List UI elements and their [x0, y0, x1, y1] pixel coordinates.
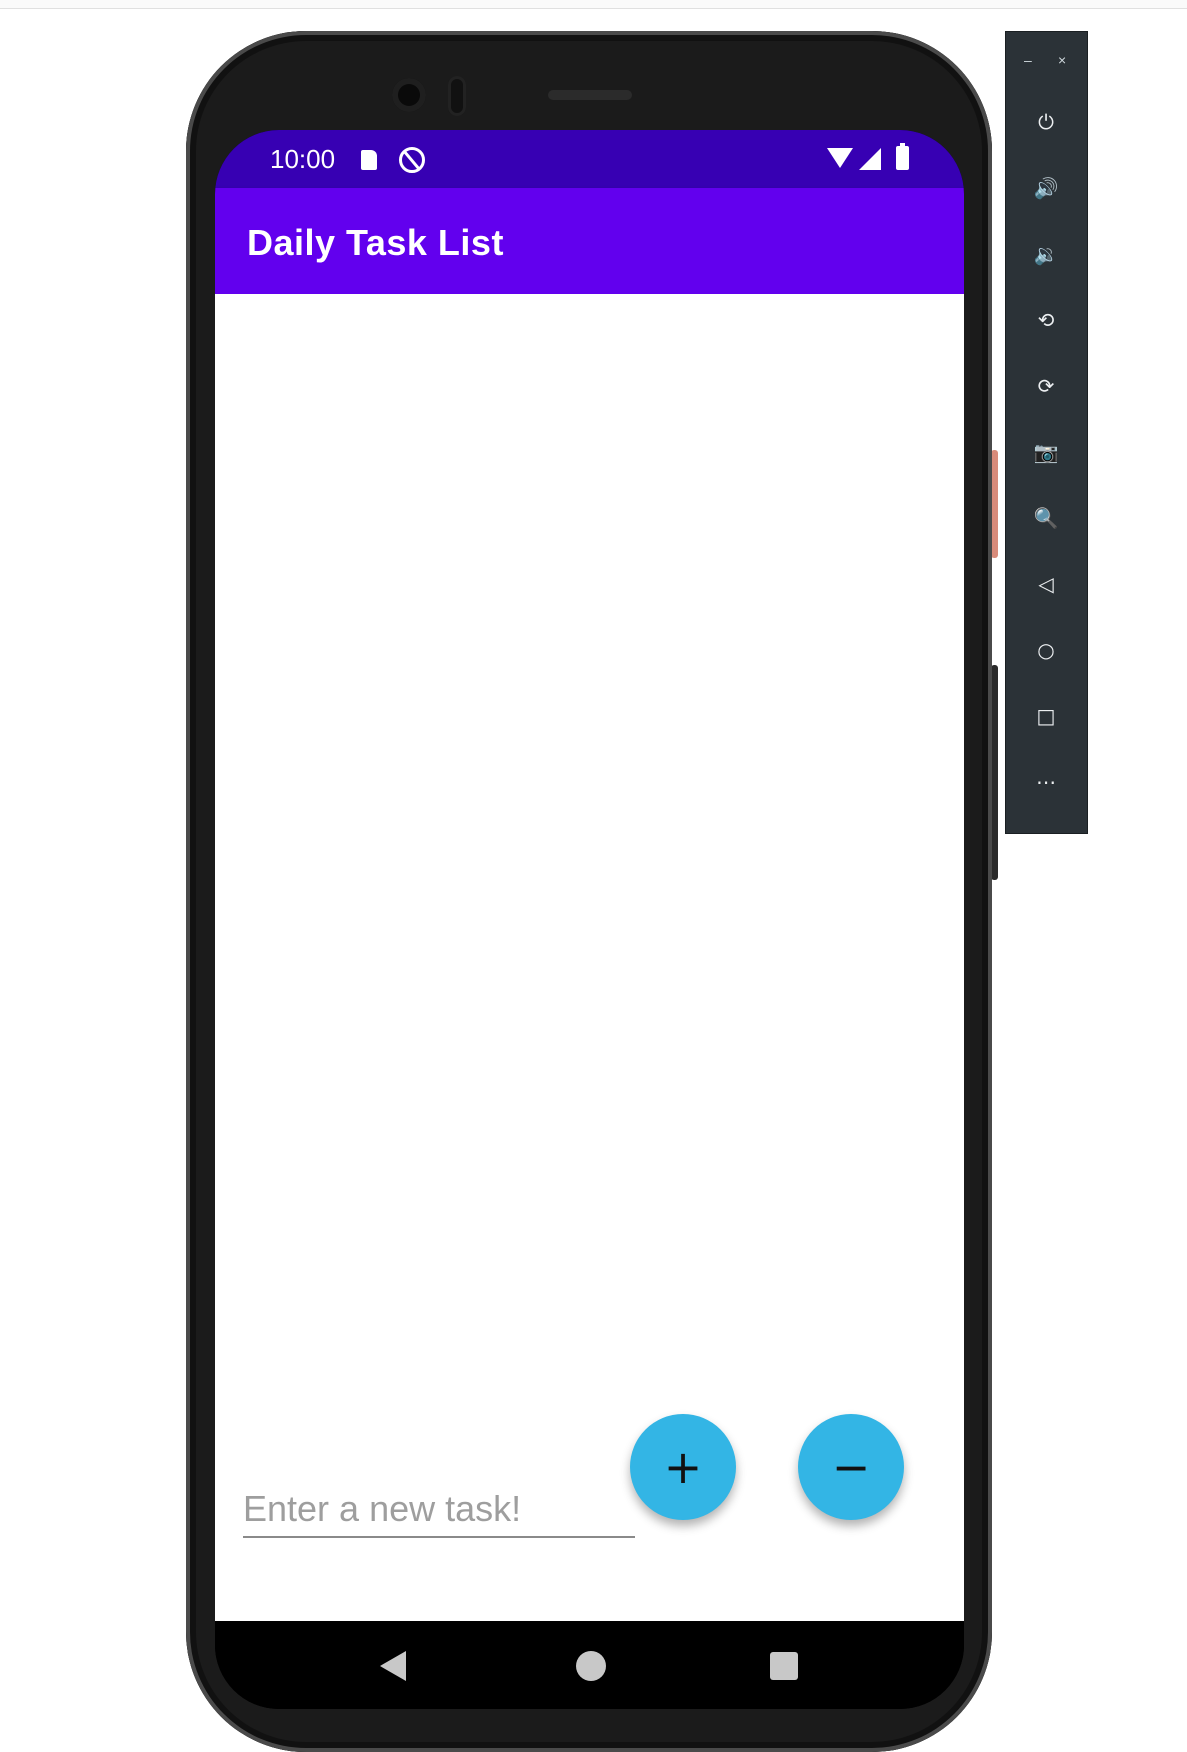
nav-home-icon[interactable]	[576, 1651, 606, 1681]
earpiece-speaker	[548, 90, 632, 100]
more-icon[interactable]: ⋯	[1026, 762, 1066, 802]
app-title: Daily Task List	[247, 222, 504, 263]
navigation-bar	[215, 1621, 964, 1709]
app-bar: Daily Task List	[215, 188, 964, 294]
proximity-sensor	[448, 76, 466, 116]
overview-icon[interactable]: □	[1026, 696, 1066, 736]
new-task-input[interactable]	[243, 1482, 635, 1538]
rotate-left-icon[interactable]: ⟲	[1026, 300, 1066, 340]
no-sync-icon	[399, 147, 425, 173]
camera-icon[interactable]: 📷	[1026, 432, 1066, 472]
emulator-toolbar: – × ⏻ 🔊 🔉 ⟲ ⟳ 📷 🔍 ◁ ○ □ ⋯	[1005, 31, 1088, 834]
front-camera	[392, 78, 426, 112]
sd-card-icon	[361, 150, 377, 170]
device-screen: 10:00 Daily Task List + −	[215, 130, 964, 1709]
rotate-right-icon[interactable]: ⟳	[1026, 366, 1066, 406]
window-top-edge	[0, 0, 1187, 9]
add-task-button[interactable]: +	[630, 1414, 736, 1520]
plus-icon: +	[663, 1440, 703, 1494]
minus-icon: −	[831, 1440, 871, 1494]
remove-task-button[interactable]: −	[798, 1414, 904, 1520]
status-time: 10:00	[270, 144, 336, 174]
cell-signal-icon	[859, 148, 881, 170]
nav-back-icon[interactable]	[380, 1651, 406, 1681]
task-list-area: + −	[215, 294, 964, 1621]
phone-power-button	[991, 450, 998, 558]
battery-icon	[896, 143, 909, 170]
volume-down-icon[interactable]: 🔉	[1026, 234, 1066, 274]
nav-recents-icon[interactable]	[770, 1652, 798, 1680]
wifi-icon	[827, 148, 853, 168]
home-icon[interactable]: ○	[1026, 630, 1066, 670]
toolbar-minimize-button[interactable]: –	[1024, 52, 1032, 68]
toolbar-close-button[interactable]: ×	[1058, 52, 1066, 68]
back-icon[interactable]: ◁	[1026, 564, 1066, 604]
volume-up-icon[interactable]: 🔊	[1026, 168, 1066, 208]
phone-volume-rocker	[991, 665, 998, 880]
status-bar: 10:00	[215, 130, 964, 188]
zoom-icon[interactable]: 🔍	[1026, 498, 1066, 538]
power-icon[interactable]: ⏻	[1026, 102, 1066, 142]
